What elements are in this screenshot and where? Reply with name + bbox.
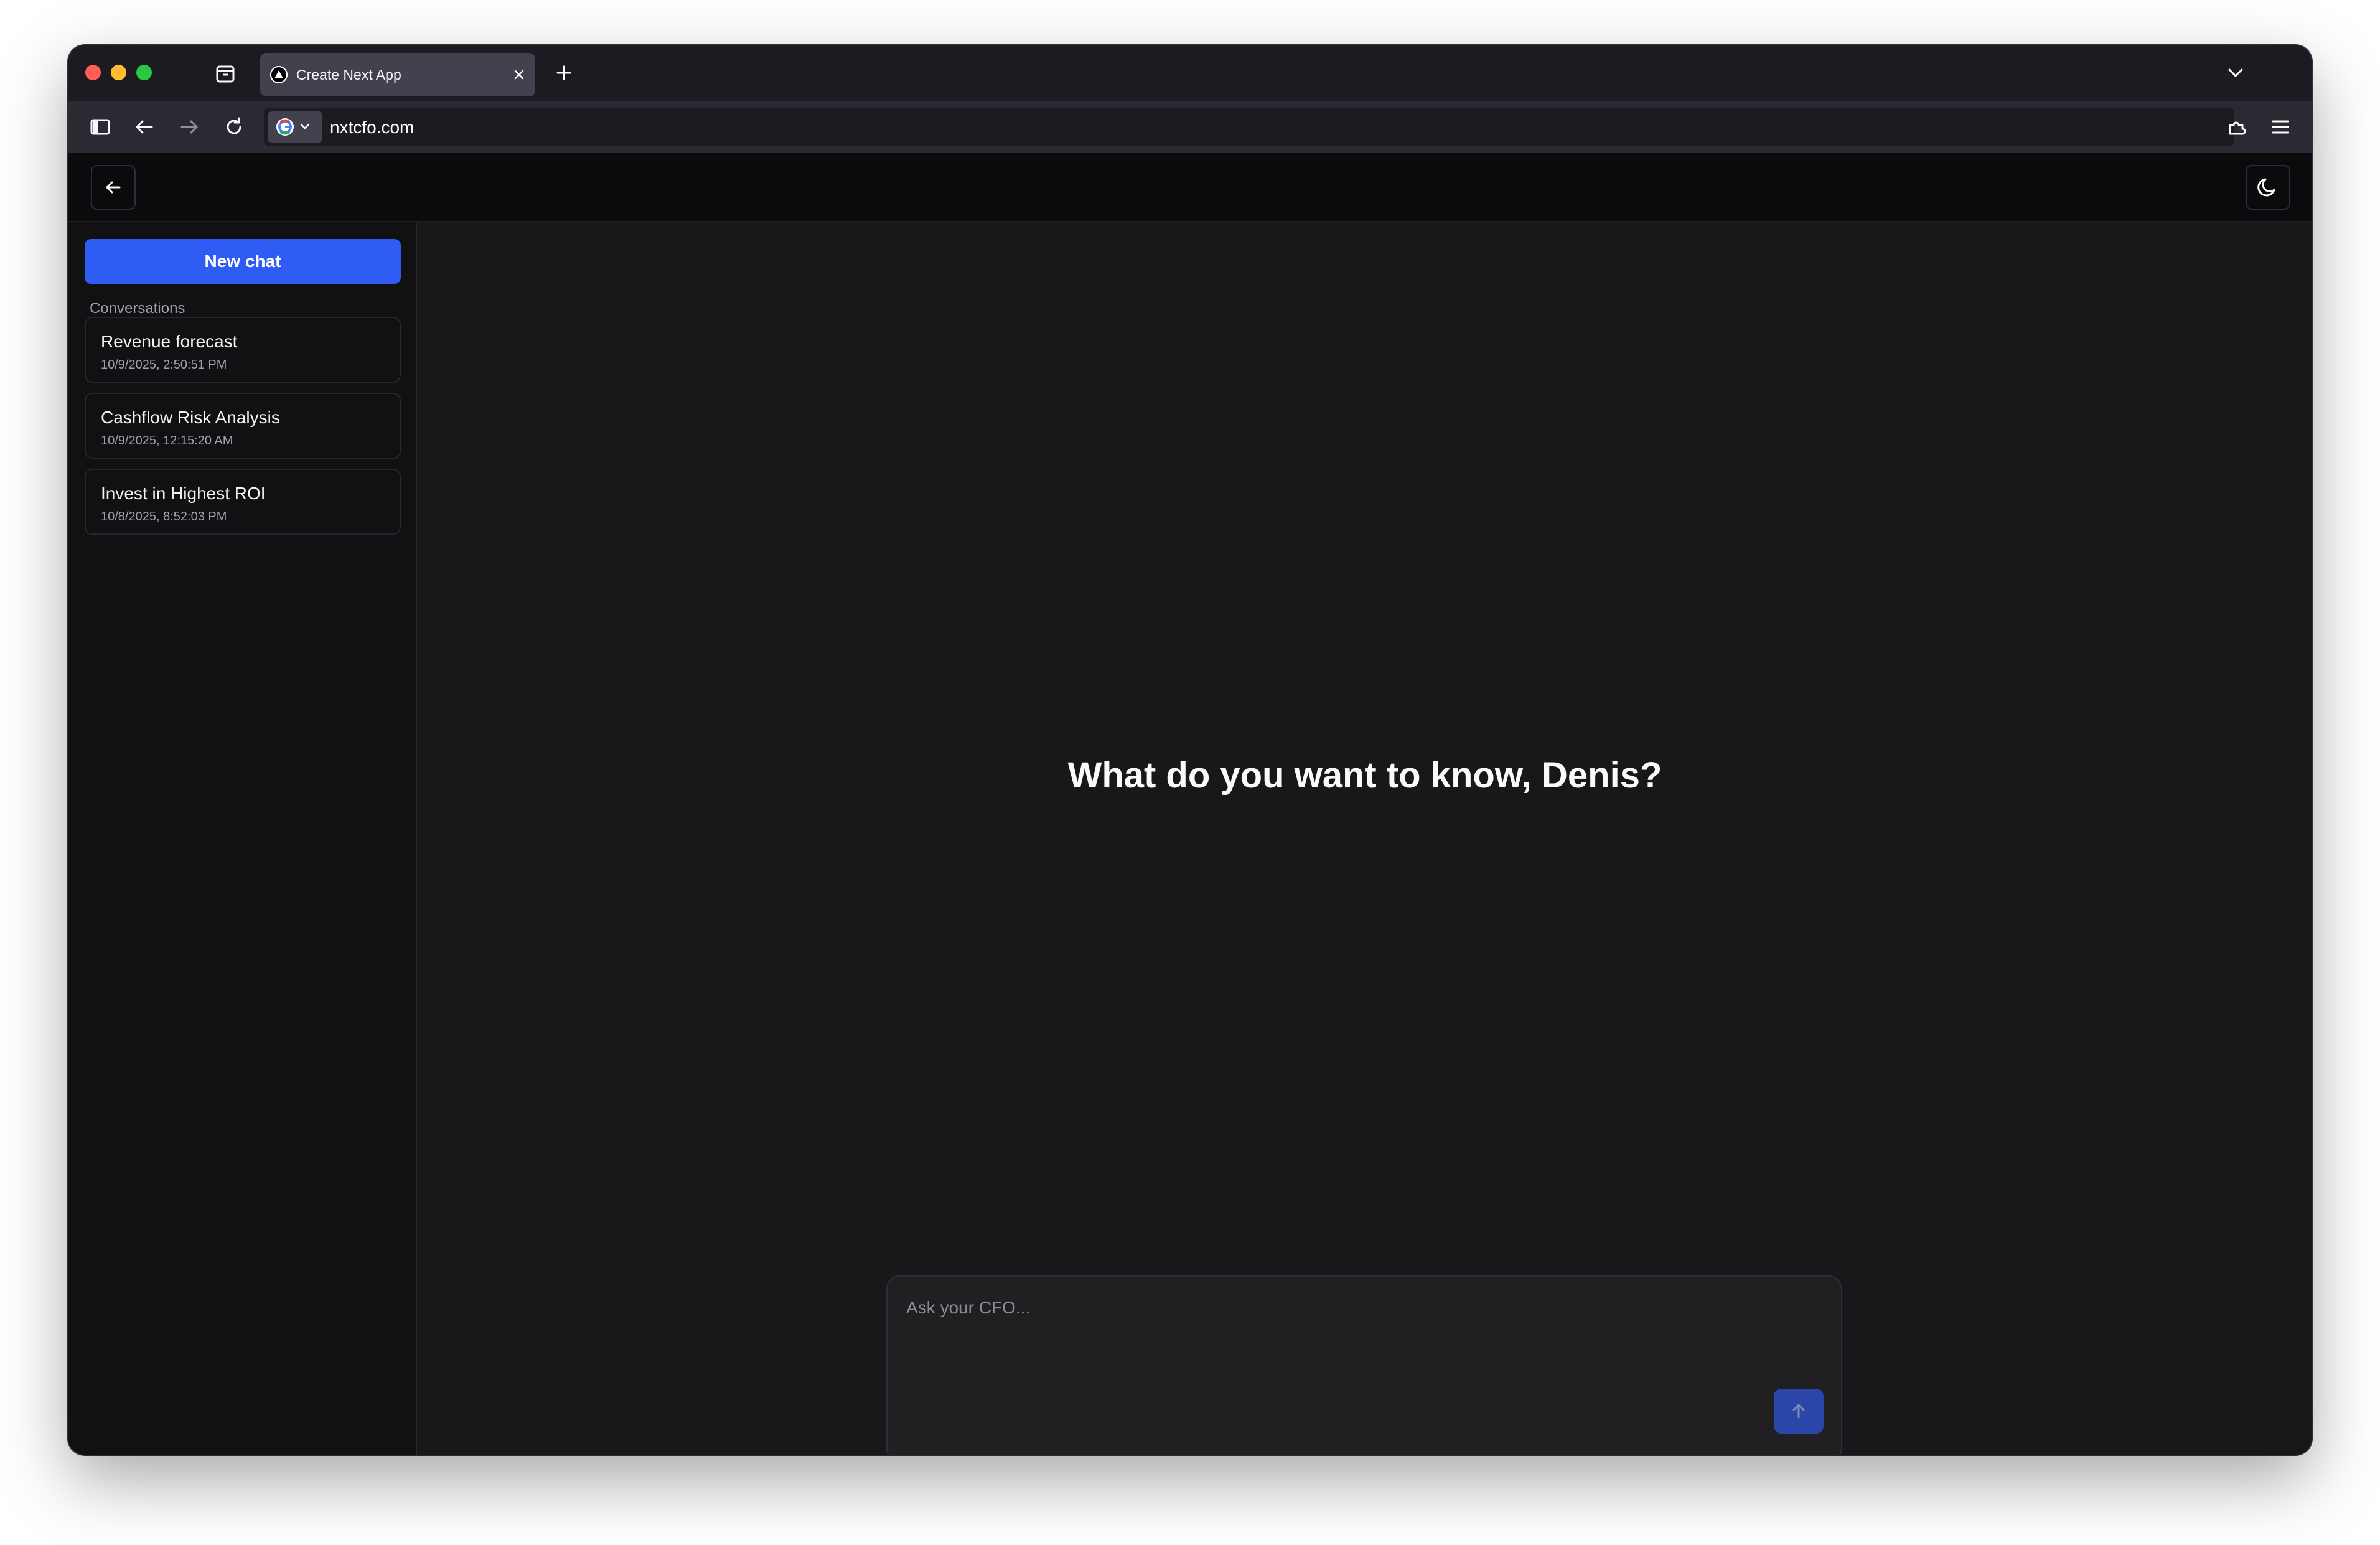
send-button[interactable]: [1774, 1389, 1824, 1434]
conversation-item[interactable]: Revenue forecast 10/9/2025, 2:50:51 PM: [85, 317, 401, 383]
tab-title: Create Next App: [296, 67, 401, 83]
arrow-left-icon: [106, 181, 121, 194]
chat-main: What do you want to know, Denis?: [418, 222, 2312, 1455]
minimize-window-button[interactable]: [111, 65, 126, 80]
browser-window: Create Next App nxtcfo.com New chat Conv…: [68, 45, 2312, 1455]
conversation-date: 10/8/2025, 8:52:03 PM: [101, 510, 227, 524]
message-composer[interactable]: [886, 1275, 1842, 1455]
tab-overview-icon[interactable]: [213, 61, 238, 86]
greeting-heading: What do you want to know, Denis?: [1067, 755, 1662, 796]
triangle-logo-icon: [270, 66, 288, 83]
message-input[interactable]: [906, 1295, 1715, 1320]
search-engine-selector[interactable]: [268, 111, 322, 143]
hamburger-menu-icon[interactable]: [2267, 114, 2293, 140]
url-text[interactable]: nxtcfo.com: [330, 118, 414, 138]
new-chat-button[interactable]: New chat: [85, 239, 401, 284]
navigation-bar: nxtcfo.com: [68, 101, 2312, 153]
conversation-title: Invest in Highest ROI: [101, 484, 266, 503]
browser-tab[interactable]: Create Next App: [260, 53, 535, 96]
title-bar: Create Next App: [68, 45, 2312, 101]
conversation-title: Revenue forecast: [101, 332, 238, 351]
close-icon[interactable]: [510, 66, 528, 83]
moon-icon: [2257, 178, 2275, 197]
sidebar-toggle-icon[interactable]: [87, 114, 113, 140]
plus-icon[interactable]: [551, 60, 576, 85]
arrow-right-icon[interactable]: [176, 114, 202, 140]
arrow-up-icon: [1792, 1404, 1805, 1419]
back-button[interactable]: [91, 165, 136, 210]
conversations-heading: Conversations: [90, 300, 185, 317]
chevron-down-icon[interactable]: [2223, 60, 2248, 85]
close-window-button[interactable]: [85, 65, 101, 80]
app-header: [68, 153, 2312, 222]
maximize-window-button[interactable]: [136, 65, 152, 80]
conversation-title: Cashflow Risk Analysis: [101, 408, 280, 427]
sidebar: New chat Conversations Revenue forecast …: [68, 222, 417, 1455]
reload-icon[interactable]: [221, 114, 247, 140]
arrow-left-icon[interactable]: [131, 114, 157, 140]
conversation-item[interactable]: Invest in Highest ROI 10/8/2025, 8:52:03…: [85, 469, 401, 535]
conversation-date: 10/9/2025, 12:15:20 AM: [101, 434, 233, 448]
conversation-item[interactable]: Cashflow Risk Analysis 10/9/2025, 12:15:…: [85, 393, 401, 459]
theme-toggle-button[interactable]: [2246, 165, 2290, 210]
conversation-date: 10/9/2025, 2:50:51 PM: [101, 358, 227, 372]
address-bar[interactable]: nxtcfo.com: [264, 108, 2234, 146]
extensions-icon[interactable]: [2224, 114, 2250, 140]
